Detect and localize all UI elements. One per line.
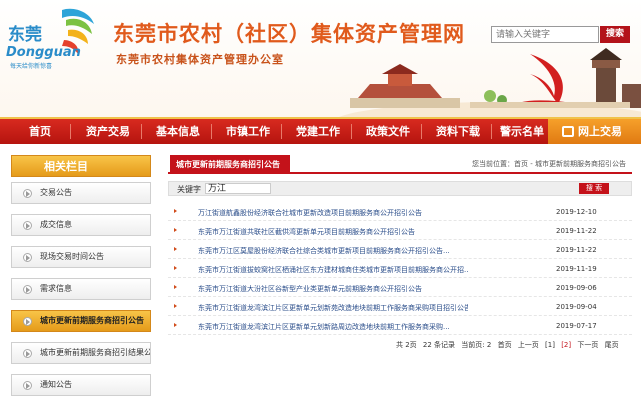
bullet-arrow-icon [174, 228, 177, 232]
list-item-title[interactable]: 万江街道航鑫股份经济联合社城市更新改造项目前期服务商公开招引公告 [198, 208, 468, 218]
list-item-title[interactable]: 东莞市万江街道拔蛟窝社区栖涌社区东方建材城商住类城市更新项目前期服务商公开招..… [198, 265, 468, 275]
nav-divider [141, 124, 142, 139]
sidebar-item-trading-notice[interactable]: 交易公告 [11, 182, 151, 204]
breadcrumb: 您当前位置：首页 - 城市更新前期服务商招引公告 [472, 160, 626, 168]
list-item[interactable]: 东莞市万江街道共联社区截供湾更新单元项目前期服务商公开招引公告 2019-11-… [168, 224, 632, 240]
sidebar-item-label: 需求信息 [40, 284, 72, 293]
nav-divider [70, 124, 71, 139]
nav-home[interactable]: 首页 [14, 119, 66, 144]
keyword-label: 关键字 [177, 185, 201, 194]
list-item[interactable]: 万江街道航鑫股份经济联合社城市更新改造项目前期服务商公开招引公告 2019-12… [168, 205, 632, 221]
arrow-circle-icon [23, 349, 32, 358]
list-item-date: 2019-09-04 [556, 303, 597, 311]
nav-basic-info[interactable]: 基本信息 [148, 119, 208, 144]
section-title: 城市更新前期服务商招引公告 [170, 155, 290, 174]
city-skyline-illustration [338, 48, 641, 117]
list-item-title[interactable]: 东莞市万江街道共联社区截供湾更新单元项目前期服务商公开招引公告 [198, 227, 468, 237]
bullet-arrow-icon [174, 323, 177, 327]
sidebar-item-deal-info[interactable]: 成交信息 [11, 214, 151, 236]
sidebar-item-label: 城市更新前期服务商招引公告 [40, 316, 144, 325]
pager-next-link[interactable]: 下一页 [577, 341, 598, 349]
keyword-search-bar: 关键字 万江 搜 索 [168, 181, 632, 196]
dongguan-logo[interactable]: 东莞 Dongguan 每天给你新惊喜 [4, 6, 100, 72]
list-item-title[interactable]: 东莞市万江区莫屋股份经济联合社综合类城市更新项目前期服务商公开招引公告... [198, 246, 468, 256]
nav-divider [211, 124, 212, 139]
sidebar-item-demand-info[interactable]: 需求信息 [11, 278, 151, 300]
sidebar-item-renewal-notice[interactable]: 城市更新前期服务商招引公告 [11, 310, 151, 332]
list-item-title[interactable]: 东莞市万江街道大汾社区谷新型产业类更新单元前期服务商公开招引公告 [198, 284, 468, 294]
main-nav: 首页 资产交易 基本信息 市镇工作 党建工作 政策文件 资料下载 警示名单 网上… [0, 117, 641, 144]
arrow-circle-icon [23, 253, 32, 262]
list-item-date: 2019-11-22 [556, 246, 597, 254]
red-ribbon-sculpture [530, 54, 563, 104]
logo-tagline: 每天给你新惊喜 [10, 62, 52, 70]
section-tab-bar: 城市更新前期服务商招引公告 您当前位置：首页 - 城市更新前期服务商招引公告 [168, 155, 632, 174]
arrow-circle-icon [23, 381, 32, 390]
sidebar-item-renewal-results[interactable]: 城市更新前期服务商招引结果公示 [11, 342, 151, 364]
logo-cn: 东莞 [8, 24, 42, 45]
sidebar-item-announcements[interactable]: 通知公告 [11, 374, 151, 396]
monitor-icon [562, 126, 574, 137]
nav-asset-trading[interactable]: 资产交易 [78, 119, 138, 144]
header-search-button[interactable]: 搜索 [600, 26, 630, 43]
pager-current-page: 当前页: 2 [461, 341, 492, 349]
sidebar: 相关栏目 交易公告 成交信息 现场交易时间公告 需求信息 城市更新前期服务商招引… [11, 155, 151, 407]
keyword-search-button[interactable]: 搜 索 [579, 183, 609, 194]
bullet-arrow-icon [174, 209, 177, 213]
nav-divider [281, 124, 282, 139]
pager-total-pages: 共 2页 [396, 341, 417, 349]
bullet-arrow-icon [174, 247, 177, 251]
sidebar-item-label: 现场交易时间公告 [40, 252, 104, 261]
pagination: 共 2页 22 条记录 当前页: 2 首页 上一页 [1] [2] 下一页 尾页 [396, 340, 623, 350]
pager-page-2-current: [2] [561, 341, 572, 349]
bullet-arrow-icon [174, 304, 177, 308]
nav-warning-list[interactable]: 警示名单 [494, 119, 550, 144]
list-item-date: 2019-11-19 [556, 265, 597, 273]
list-item[interactable]: 东莞市万江街道大汾社区谷新型产业类更新单元前期服务商公开招引公告 2019-09… [168, 281, 632, 297]
site-header: 东莞 Dongguan 每天给你新惊喜 东莞市农村（社区）集体资产管理网 东莞市… [0, 0, 641, 117]
list-item[interactable]: 东莞市万江街道龙湾滨江片区更新单元划新路周边改造地块前期工作服务商采购... 2… [168, 319, 632, 335]
sidebar-item-label: 交易公告 [40, 188, 72, 197]
list-item-date: 2019-07-17 [556, 322, 597, 330]
bullet-arrow-icon [174, 266, 177, 270]
pager-page-1-link[interactable]: [1] [545, 341, 555, 349]
nav-policy-docs[interactable]: 政策文件 [358, 119, 418, 144]
list-item[interactable]: 东莞市万江街道龙湾滨江片区更新单元划新苑改造地块前期工作服务商采购项目招引公告 … [168, 300, 632, 316]
online-trading-button[interactable]: 网上交易 [548, 119, 641, 144]
pager-prev-link[interactable]: 上一页 [518, 341, 539, 349]
list-item-date: 2019-11-22 [556, 227, 597, 235]
site-subtitle: 东莞市农村集体资产管理办公室 [116, 53, 284, 66]
list-item-date: 2019-12-10 [556, 208, 597, 216]
list-item-title[interactable]: 东莞市万江街道龙湾滨江片区更新单元划新苑改造地块前期工作服务商采购项目招引公告 [198, 303, 468, 313]
pager-first-link[interactable]: 首页 [498, 341, 512, 349]
header-search-input[interactable] [491, 26, 599, 43]
pager-total-records: 22 条记录 [422, 341, 456, 349]
list-item[interactable]: 东莞市万江街道拔蛟窝社区栖涌社区东方建材城商住类城市更新项目前期服务商公开招..… [168, 262, 632, 278]
list-item-date: 2019-09-06 [556, 284, 597, 292]
nav-divider [421, 124, 422, 139]
nav-downloads[interactable]: 资料下载 [428, 119, 488, 144]
keyword-input[interactable]: 万江 [205, 183, 271, 194]
arrow-circle-icon [23, 285, 32, 294]
logo-en: Dongguan [6, 45, 81, 60]
arrow-circle-icon [23, 189, 32, 198]
online-trading-label: 网上交易 [578, 125, 622, 138]
nav-town-work[interactable]: 市镇工作 [218, 119, 278, 144]
sidebar-item-label: 通知公告 [40, 380, 72, 389]
main-content: 城市更新前期服务商招引公告 您当前位置：首页 - 城市更新前期服务商招引公告 关… [168, 155, 632, 349]
nav-divider [491, 124, 492, 139]
sidebar-title: 相关栏目 [11, 155, 151, 177]
arrow-circle-icon [23, 221, 32, 230]
nav-party-work[interactable]: 党建工作 [288, 119, 348, 144]
arrow-circle-icon [23, 317, 32, 326]
nav-divider [351, 124, 352, 139]
list-item-title[interactable]: 东莞市万江街道龙湾滨江片区更新单元划新路周边改造地块前期工作服务商采购... [198, 322, 468, 332]
bullet-arrow-icon [174, 285, 177, 289]
sidebar-item-label: 成交信息 [40, 220, 72, 229]
sidebar-item-onsite-schedule[interactable]: 现场交易时间公告 [11, 246, 151, 268]
list-item[interactable]: 东莞市万江区莫屋股份经济联合社综合类城市更新项目前期服务商公开招引公告... 2… [168, 243, 632, 259]
sidebar-item-label: 城市更新前期服务商招引结果公示 [40, 348, 151, 357]
pager-last-link[interactable]: 尾页 [605, 341, 619, 349]
